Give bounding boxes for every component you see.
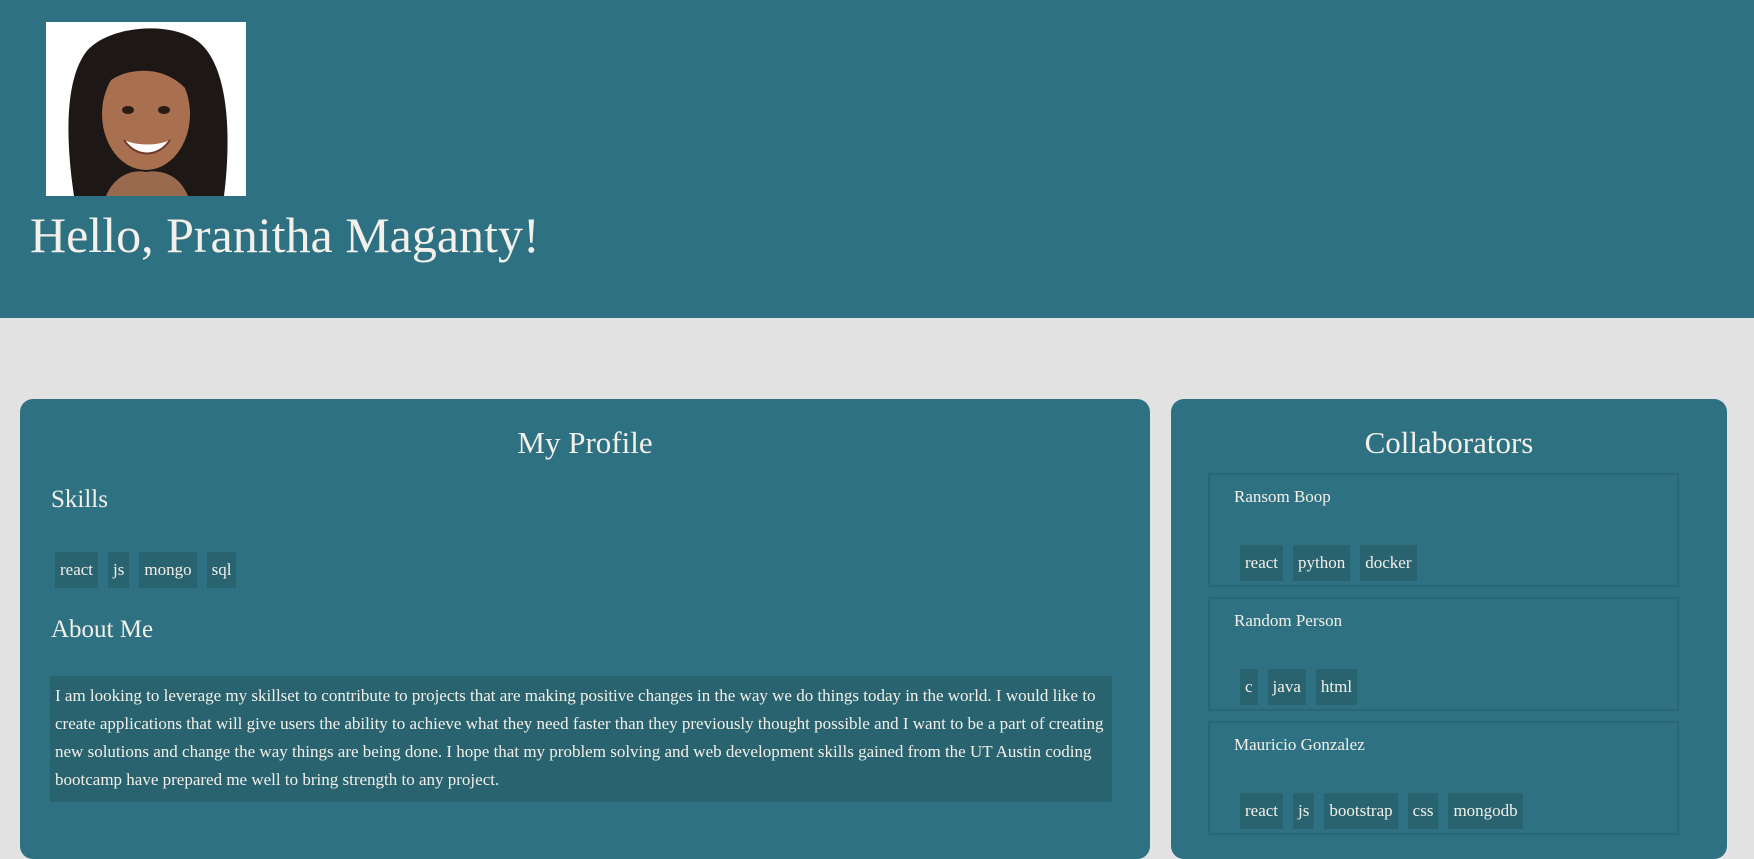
skill-tag: python — [1293, 545, 1351, 581]
skills-tag-list: react js mongo sql — [55, 552, 237, 588]
skill-tag: css — [1407, 793, 1439, 829]
collaborator-name: Mauricio Gonzalez — [1234, 735, 1365, 754]
skill-tag: js — [1293, 793, 1315, 829]
skill-tag: mongodb — [1448, 793, 1523, 829]
collaborator-skills: react python docker — [1240, 545, 1417, 581]
avatar-photo — [46, 22, 246, 196]
skill-tag: js — [108, 552, 130, 588]
profile-title: My Profile — [517, 425, 653, 460]
about-text: I am looking to leverage my skillset to … — [50, 676, 1112, 802]
collaborator-card[interactable]: Random Person c java html — [1208, 597, 1679, 711]
skill-tag: bootstrap — [1324, 793, 1398, 829]
skill-tag: c — [1240, 669, 1258, 705]
profile-header: Hello, Pranitha Maganty! — [0, 0, 1754, 318]
collaborator-name: Random Person — [1234, 611, 1343, 630]
profile-card: My Profile Skills react js mongo sql Abo… — [20, 399, 1150, 859]
collaborator-list: Ransom Boop react python docker Random P… — [1208, 473, 1679, 845]
about-heading: About Me — [51, 616, 154, 643]
skills-heading: Skills — [51, 486, 108, 513]
collaborator-card[interactable]: Mauricio Gonzalez react js bootstrap css… — [1208, 721, 1679, 835]
collaborator-name: Ransom Boop — [1234, 487, 1331, 506]
collaborator-skills: react js bootstrap css mongodb — [1240, 793, 1523, 829]
skill-tag: sql — [206, 552, 237, 588]
skill-tag: react — [1240, 793, 1284, 829]
skill-tag: mongo — [139, 552, 197, 588]
skill-tag: react — [55, 552, 99, 588]
skill-tag: react — [1240, 545, 1284, 581]
skill-tag: docker — [1360, 545, 1417, 581]
avatar — [46, 22, 246, 196]
collaborators-title: Collaborators — [1364, 425, 1534, 460]
collaborator-skills: c java html — [1240, 669, 1358, 705]
greeting-heading: Hello, Pranitha Maganty! — [30, 207, 540, 263]
collaborators-card: Collaborators Ransom Boop react python d… — [1171, 399, 1727, 859]
collaborator-card[interactable]: Ransom Boop react python docker — [1208, 473, 1679, 587]
skill-tag: html — [1315, 669, 1358, 705]
skill-tag: java — [1267, 669, 1306, 705]
